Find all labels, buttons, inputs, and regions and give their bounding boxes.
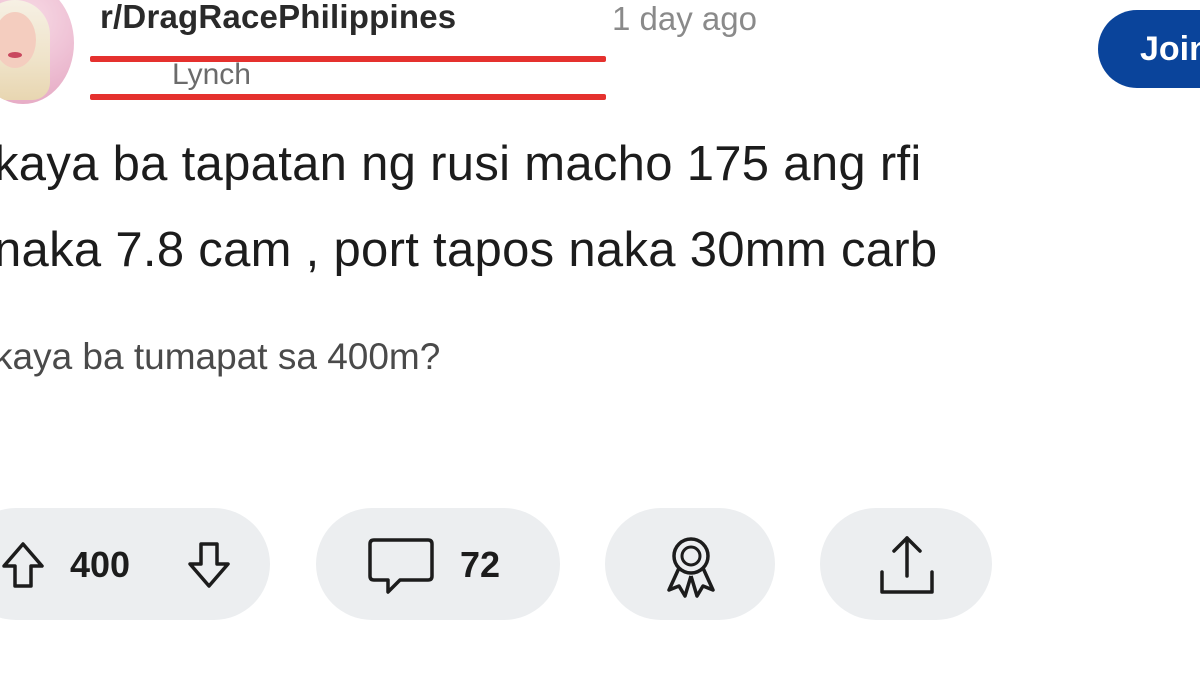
red-annotation-line-top — [90, 56, 606, 62]
join-button[interactable]: Join — [1098, 10, 1200, 88]
post-time: 1 day ago — [612, 0, 757, 37]
post-body: kaya ba tumapat sa 400m? — [0, 336, 441, 377]
avatar-lips — [8, 52, 22, 58]
comments-button[interactable]: 72 — [316, 508, 560, 620]
post-title-line-2[interactable]: naka 7.8 cam , port tapos naka 30mm carb — [0, 222, 937, 278]
red-annotation-line-bottom — [90, 94, 606, 100]
subreddit-name[interactable]: r/DragRacePhilippines — [100, 0, 456, 36]
share-button[interactable] — [820, 508, 992, 620]
comment-count: 72 — [460, 544, 501, 585]
downvote-arrow-icon[interactable] — [186, 540, 232, 590]
award-ribbon-icon — [667, 537, 715, 598]
author-username[interactable]: Lynch — [172, 58, 251, 92]
share-upload-icon — [880, 536, 934, 594]
post-title-line-1[interactable]: kaya ba tapatan ng rusi macho 175 ang rf… — [0, 136, 922, 192]
upvote-arrow-icon[interactable] — [0, 540, 46, 590]
vote-bar: 400 — [0, 508, 270, 620]
award-button[interactable] — [605, 508, 775, 620]
speech-bubble-icon — [368, 538, 434, 594]
reddit-post: r/DragRacePhilippines 1 day ago Lynch Jo… — [0, 0, 1200, 675]
subreddit-avatar[interactable] — [0, 0, 74, 104]
vote-count: 400 — [70, 544, 131, 585]
